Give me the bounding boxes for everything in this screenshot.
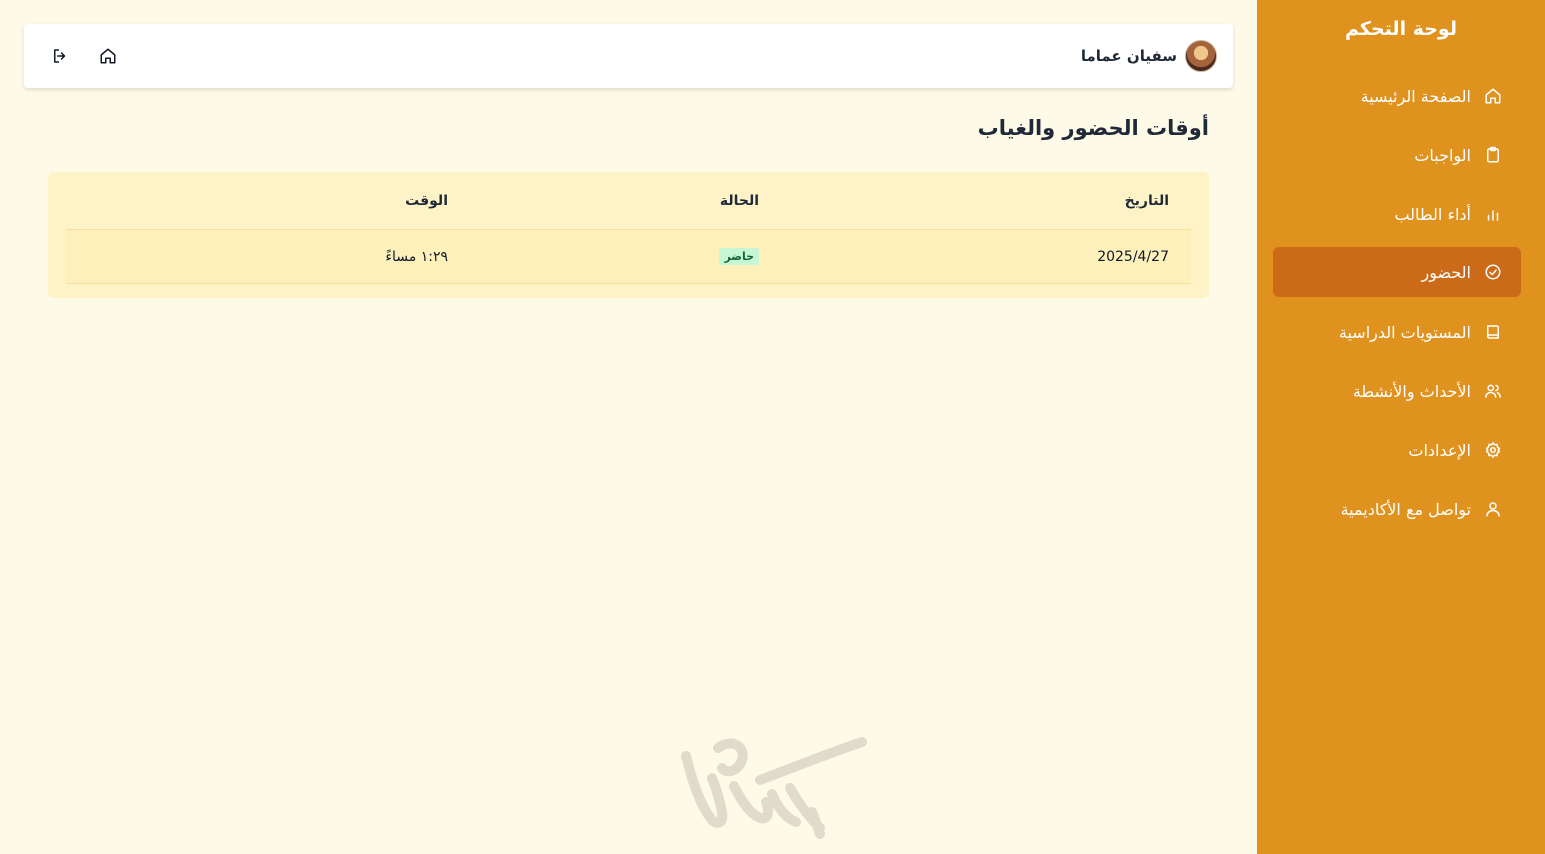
sidebar-item-assignments[interactable]: الواجبات xyxy=(1273,130,1521,180)
logout-button[interactable] xyxy=(48,44,72,68)
home-icon xyxy=(1483,86,1503,106)
sidebar-item-label: الحضور xyxy=(1421,262,1471,282)
sidebar-item-performance[interactable]: أداء الطالب xyxy=(1273,189,1521,239)
cell-time: ١:٢٩ مساءً xyxy=(385,248,448,265)
user-profile[interactable]: سفيان عماما xyxy=(1081,40,1217,72)
sidebar-item-settings[interactable]: الإعدادات xyxy=(1273,425,1521,475)
bar-chart-icon xyxy=(1483,204,1503,224)
column-header-date: التاريخ xyxy=(1124,192,1169,209)
academy-logo-watermark xyxy=(672,728,872,848)
sidebar-item-home[interactable]: الصفحة الرئيسية xyxy=(1273,71,1521,121)
home-button[interactable] xyxy=(96,44,120,68)
home-icon xyxy=(99,47,117,65)
sidebar-item-label: أداء الطالب xyxy=(1394,204,1471,224)
column-header-status: الحالة xyxy=(719,192,759,209)
cell-date: 2025/4/27 xyxy=(1097,248,1169,265)
sidebar-item-label: المستويات الدراسية xyxy=(1338,322,1471,342)
column-header-time: الوقت xyxy=(405,192,448,209)
sidebar-item-events[interactable]: الأحداث والأنشطة xyxy=(1273,366,1521,416)
sidebar-item-label: الواجبات xyxy=(1414,145,1471,165)
page-title: أوقات الحضور والغياب xyxy=(977,116,1209,140)
user-icon xyxy=(1483,499,1503,519)
clipboard-icon xyxy=(1483,145,1503,165)
avatar[interactable] xyxy=(1185,40,1217,72)
sidebar-item-label: الأحداث والأنشطة xyxy=(1352,381,1471,401)
sidebar-title: لوحة التحكم xyxy=(1345,18,1457,40)
cell-status: حاضر xyxy=(719,230,759,283)
gear-icon xyxy=(1483,440,1503,460)
sidebar-item-label: الإعدادات xyxy=(1408,440,1471,460)
sidebar-item-contact[interactable]: تواصل مع الأكاديمية xyxy=(1273,484,1521,534)
attendance-table: التاريخ الحالة الوقت 2025/4/27 حاضر ١:٢٩… xyxy=(48,172,1209,298)
logout-icon xyxy=(51,47,69,65)
sidebar-item-attendance[interactable]: الحضور xyxy=(1273,247,1521,297)
sidebar: لوحة التحكم الصفحة الرئيسية الواجبات أدا… xyxy=(1257,0,1545,854)
check-circle-icon xyxy=(1483,262,1503,282)
top-header: سفيان عماما xyxy=(24,24,1233,88)
sidebar-item-label: تواصل مع الأكاديمية xyxy=(1340,499,1471,519)
status-badge: حاضر xyxy=(719,248,759,265)
table-header-row: التاريخ الحالة الوقت xyxy=(66,172,1191,230)
user-name: سفيان عماما xyxy=(1080,47,1177,65)
sidebar-item-levels[interactable]: المستويات الدراسية xyxy=(1273,307,1521,357)
book-icon xyxy=(1483,322,1503,342)
table-row: 2025/4/27 حاضر ١:٢٩ مساءً xyxy=(66,230,1191,284)
users-icon xyxy=(1483,381,1503,401)
sidebar-item-label: الصفحة الرئيسية xyxy=(1360,86,1471,106)
app-root: لوحة التحكم الصفحة الرئيسية الواجبات أدا… xyxy=(0,0,1545,854)
